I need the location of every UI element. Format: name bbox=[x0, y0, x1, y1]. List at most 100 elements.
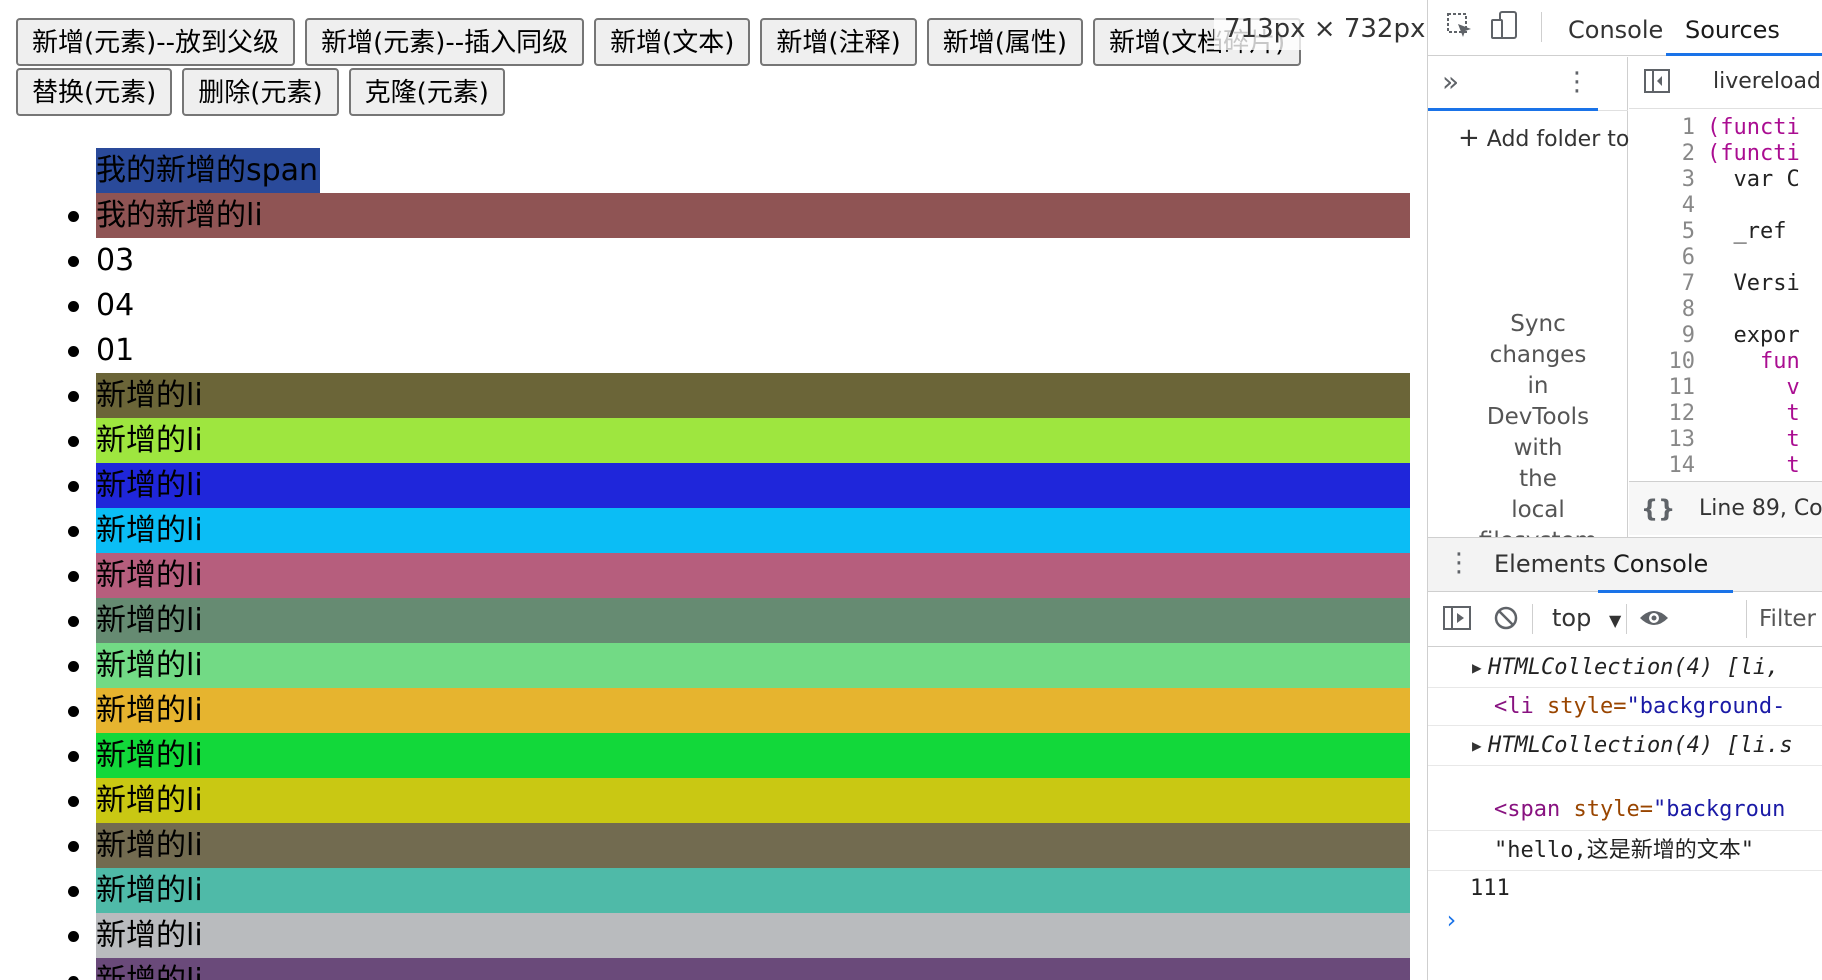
code-line: 8 bbox=[1629, 297, 1822, 323]
line-number: 7 bbox=[1681, 271, 1695, 296]
navigator-header: » ⋮ bbox=[1428, 57, 1628, 111]
active-tab-indicator bbox=[1666, 53, 1822, 56]
console-toolbar: top ▼ Filter bbox=[1428, 592, 1822, 647]
line-number: 9 bbox=[1681, 323, 1695, 348]
console-message[interactable]: ▶ HTMLCollection(4) [li, bbox=[1428, 648, 1822, 688]
add-folder-link[interactable]: + Add folder to bbox=[1458, 123, 1629, 153]
list-item: 我的新增的li bbox=[68, 193, 1410, 238]
list-item-text: 新增的li bbox=[96, 693, 203, 728]
content-area: 我的新增的span 我的新增的li 03 04 01 新增的li 新增的li 新增的li 新增… bbox=[0, 148, 1427, 980]
list-item-text: 新增的li bbox=[96, 783, 203, 818]
line-number: 6 bbox=[1681, 245, 1695, 270]
list-item: 03 bbox=[68, 238, 1410, 283]
add-element-sibling-button[interactable]: 新增(元素)--插入同级 bbox=[305, 18, 585, 66]
code-text: (functi bbox=[1707, 141, 1800, 166]
add-text-button[interactable]: 新增(文本) bbox=[594, 18, 751, 66]
sidebar-toggle-icon[interactable] bbox=[1442, 604, 1472, 639]
code-text: t bbox=[1707, 453, 1800, 478]
console-message[interactable]: "hello,这是新增的文本" bbox=[1428, 831, 1822, 871]
list-item-text: 新增的li bbox=[96, 558, 203, 593]
expand-triangle-icon[interactable]: ▶ bbox=[1472, 726, 1482, 765]
inspect-element-icon[interactable] bbox=[1446, 12, 1474, 47]
drawer-menu-icon[interactable]: ⋮ bbox=[1446, 548, 1472, 578]
console-prompt-icon[interactable]: › bbox=[1444, 906, 1458, 934]
code-text: v bbox=[1707, 375, 1800, 400]
clone-element-button[interactable]: 克隆(元素) bbox=[348, 68, 505, 116]
live-expression-eye-icon[interactable] bbox=[1638, 604, 1670, 639]
bullet-icon bbox=[68, 931, 79, 942]
list-item: 01 bbox=[68, 328, 1410, 373]
code-text: _ref bbox=[1707, 219, 1800, 244]
bullet-icon bbox=[68, 211, 79, 222]
bullet-icon bbox=[68, 841, 79, 852]
list-item-text: 新增的li bbox=[96, 378, 203, 413]
line-number: 13 bbox=[1668, 427, 1696, 452]
add-comment-button[interactable]: 新增(注释) bbox=[760, 18, 917, 66]
list-item: 04 bbox=[68, 283, 1410, 328]
add-element-to-parent-button[interactable]: 新增(元素)--放到父级 bbox=[16, 18, 296, 66]
code-text: t bbox=[1707, 427, 1800, 452]
code-line: 3 var C bbox=[1629, 167, 1822, 193]
console-message[interactable]: <span style="backgroun bbox=[1428, 766, 1822, 831]
bullet-icon bbox=[68, 481, 79, 492]
devtools-panel: Console Sources » ⋮ + Add folder to Sync… bbox=[1427, 0, 1822, 980]
tab-elements[interactable]: Elements bbox=[1494, 544, 1606, 584]
list-item: 新增的li bbox=[68, 688, 1410, 733]
line-number: 5 bbox=[1681, 219, 1695, 244]
bullet-icon bbox=[68, 301, 79, 312]
sync-message-line: the bbox=[1519, 466, 1557, 492]
code-line: 11 v bbox=[1629, 375, 1822, 401]
viewport-size-tooltip: 713px × 732px bbox=[1214, 8, 1427, 50]
span-line: 我的新增的span bbox=[96, 148, 1427, 193]
list-item-text: 01 bbox=[96, 333, 135, 368]
pretty-print-icon[interactable]: {} bbox=[1641, 494, 1675, 524]
divider bbox=[1532, 604, 1533, 634]
tab-console[interactable]: Console bbox=[1568, 10, 1663, 50]
tab-sources[interactable]: Sources bbox=[1685, 10, 1780, 50]
divider bbox=[1541, 12, 1542, 42]
plus-icon: + bbox=[1458, 123, 1480, 153]
replace-element-button[interactable]: 替换(元素) bbox=[16, 68, 173, 116]
list-item: 新增的li bbox=[68, 868, 1410, 913]
tab-drawer-console[interactable]: Console bbox=[1613, 544, 1708, 584]
list-item: 新增的li bbox=[68, 778, 1410, 823]
add-attribute-button[interactable]: 新增(属性) bbox=[926, 18, 1084, 66]
kebab-menu-icon[interactable]: ⋮ bbox=[1564, 67, 1590, 97]
editor-file-tab[interactable]: livereload.js bbox=[1713, 69, 1822, 94]
bullet-icon bbox=[68, 751, 79, 762]
line-number: 14 bbox=[1668, 453, 1696, 478]
line-number: 11 bbox=[1668, 375, 1696, 400]
toggle-navigator-icon[interactable] bbox=[1643, 67, 1671, 102]
clear-console-icon[interactable] bbox=[1492, 604, 1520, 639]
delete-element-button[interactable]: 删除(元素) bbox=[182, 68, 339, 116]
sync-message-line: changes bbox=[1489, 342, 1587, 368]
list-item-text: 新增的li bbox=[96, 738, 203, 773]
sync-filesystem-message: SyncchangesinDevToolswiththelocalfilesys… bbox=[1468, 309, 1608, 557]
new-span: 我的新增的span bbox=[96, 148, 321, 193]
expand-triangle-icon[interactable]: ▶ bbox=[1472, 648, 1482, 687]
list-item: 新增的li bbox=[68, 958, 1410, 980]
editor-tabbar: livereload.js bbox=[1629, 57, 1822, 109]
console-message[interactable]: ▶ HTMLCollection(4) [li.s bbox=[1428, 726, 1822, 766]
code-line: 5 _ref bbox=[1629, 219, 1822, 245]
list-item-text: 04 bbox=[96, 288, 135, 323]
more-tabs-icon[interactable]: » bbox=[1442, 67, 1459, 97]
console-filter-input[interactable]: Filter bbox=[1746, 600, 1822, 638]
sync-message-line: Sync bbox=[1510, 311, 1566, 337]
sync-message-line: local bbox=[1511, 497, 1565, 523]
code-line: 1 (functi bbox=[1629, 115, 1822, 141]
list-item: 新增的li bbox=[68, 463, 1410, 508]
console-messages: ▶ HTMLCollection(4) [li, <li style="back… bbox=[1428, 648, 1822, 980]
code-line: 10 fun bbox=[1629, 349, 1822, 375]
console-message[interactable]: <li style="background- bbox=[1428, 688, 1822, 726]
button-row-1: 新增(元素)--放到父级 新增(元素)--插入同级 新增(文本) 新增(注释) … bbox=[16, 18, 1302, 66]
list-item-text: 新增的li bbox=[96, 873, 203, 908]
bullet-icon bbox=[68, 796, 79, 807]
line-number: 4 bbox=[1681, 193, 1695, 218]
list-item: 新增的li bbox=[68, 508, 1410, 553]
line-number: 10 bbox=[1668, 349, 1696, 374]
device-toolbar-icon[interactable] bbox=[1490, 10, 1520, 49]
context-selector[interactable]: top ▼ bbox=[1552, 598, 1621, 638]
list-item-text: 我的新增的li bbox=[96, 198, 263, 233]
console-message[interactable]: 111 bbox=[1428, 871, 1822, 906]
